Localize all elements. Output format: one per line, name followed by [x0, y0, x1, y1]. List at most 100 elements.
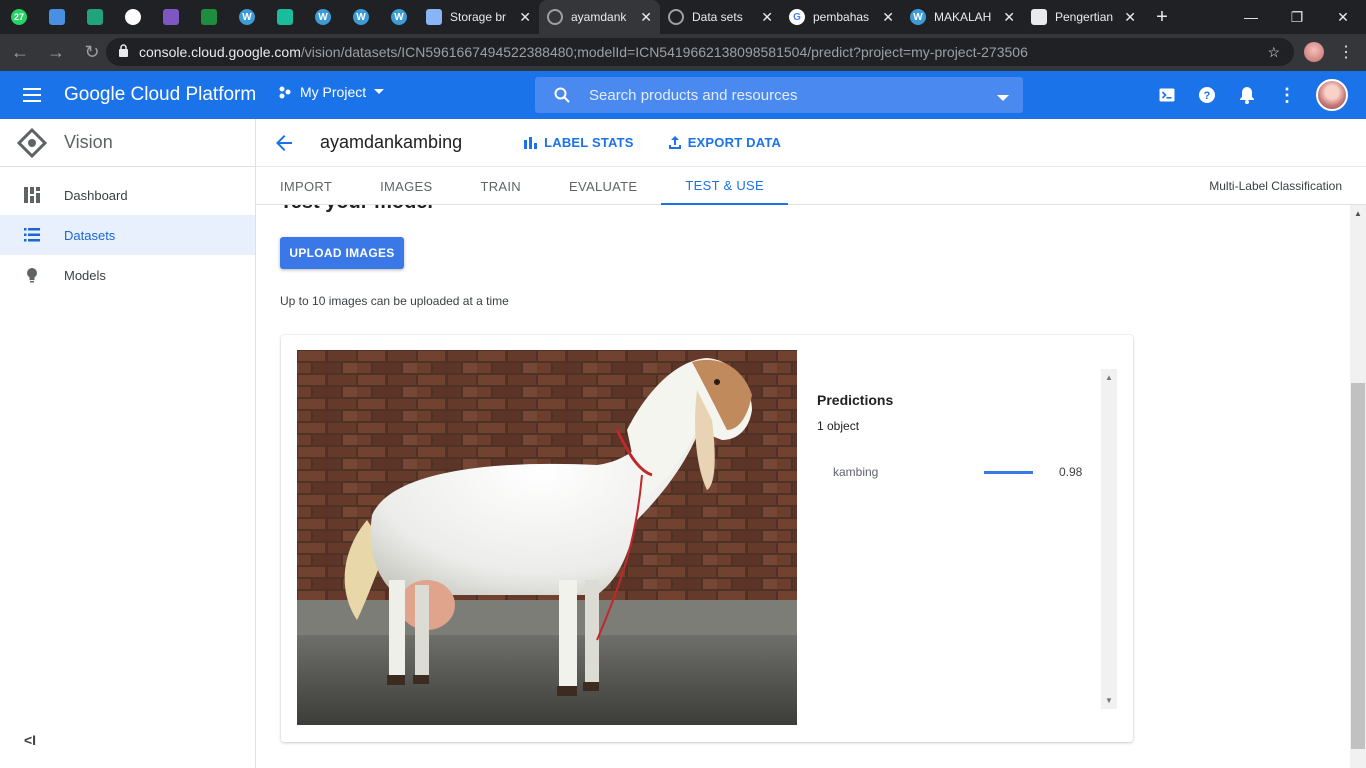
url-path: /vision/datasets/ICN5961667494522388480;… [300, 44, 1028, 60]
pinned-tab-mail[interactable] [38, 0, 76, 34]
label-stats-label: LABEL STATS [544, 135, 634, 150]
tab-title: MAKALAH [934, 10, 992, 24]
url-field[interactable]: console.cloud.google.com/vision/datasets… [106, 38, 1294, 66]
tab-evaluate[interactable]: EVALUATE [545, 167, 661, 205]
prediction-score: 0.98 [1059, 465, 1083, 479]
sidebar-item-label: Models [64, 267, 106, 283]
wordpress-icon: W [239, 9, 255, 25]
collapse-sidebar-icon[interactable]: <I [24, 732, 36, 748]
chevron-down-icon[interactable] [997, 89, 1009, 106]
tab-train[interactable]: TRAIN [457, 167, 546, 205]
tab-ayamdankambing[interactable]: ayamdank ✕ [539, 0, 660, 34]
lock-icon [118, 44, 129, 60]
search-input[interactable]: Search products and resources [535, 77, 1023, 113]
sidebar-item-label: Dashboard [64, 187, 128, 203]
wordpress-icon: W [315, 9, 331, 25]
pinned-tab-wordpress[interactable]: W [228, 0, 266, 34]
wordpress-icon: W [910, 9, 926, 25]
pinned-tab-classroom-2[interactable] [190, 0, 228, 34]
brand-title[interactable]: Google Cloud Platform [64, 84, 256, 106]
lightbulb-icon [0, 267, 64, 283]
label-stats-button[interactable]: LABEL STATS [524, 135, 634, 150]
scrollbar-thumb[interactable] [1351, 383, 1365, 749]
tab-data-sets[interactable]: Data sets ✕ [660, 0, 781, 34]
classroom-icon [87, 9, 103, 25]
predictions-scrollbar[interactable]: ▲ ▼ [1101, 369, 1117, 709]
tab-title: pembahas [813, 10, 870, 24]
whatsapp-icon: 27 [11, 9, 27, 25]
project-name: My Project [300, 84, 367, 100]
reload-icon[interactable]: ↻ [76, 37, 108, 69]
cloud-shell-icon[interactable] [1156, 84, 1178, 106]
tab-test-and-use[interactable]: TEST & USE [661, 167, 789, 205]
scroll-down-icon[interactable]: ▼ [1105, 696, 1113, 705]
pinned-tab-wordpress-4[interactable]: W [380, 0, 418, 34]
prediction-score-bar [984, 471, 1033, 474]
upload-images-button[interactable]: UPLOAD IMAGES [280, 237, 404, 269]
pinned-tab-wordpress-2[interactable]: W [304, 0, 342, 34]
search-icon [535, 87, 589, 103]
pinned-tab-whatsapp[interactable]: 27 [0, 0, 38, 34]
new-tab-button[interactable]: + [1144, 0, 1180, 34]
tab-makalah[interactable]: W MAKALAH ✕ [902, 0, 1023, 34]
sidebar-item-datasets[interactable]: Datasets [0, 215, 255, 255]
page-scrollbar[interactable]: ▲ [1350, 205, 1366, 768]
tab-storage[interactable]: Storage br ✕ [418, 0, 539, 34]
scroll-up-icon[interactable]: ▲ [1105, 373, 1113, 382]
restore-icon[interactable]: ❐ [1274, 0, 1320, 34]
menu-icon[interactable]: ⋮ [1338, 42, 1354, 62]
project-selector[interactable]: My Project [278, 84, 385, 100]
bar-chart-icon [524, 136, 538, 149]
storage-icon [426, 9, 442, 25]
pinned-tab-classroom[interactable] [76, 0, 114, 34]
svg-text:?: ? [1204, 90, 1211, 102]
user-avatar[interactable] [1316, 79, 1348, 111]
close-icon[interactable]: ✕ [882, 9, 894, 26]
export-data-button[interactable]: EXPORT DATA [668, 135, 781, 150]
tab-pengertian[interactable]: Pengertian ✕ [1023, 0, 1144, 34]
main-content: Test your model UPLOAD IMAGES Up to 10 i… [256, 205, 1350, 768]
pinned-tab-app[interactable] [152, 0, 190, 34]
forward-icon[interactable]: → [40, 37, 72, 69]
hamburger-menu-icon[interactable] [0, 71, 64, 119]
more-vert-icon[interactable]: ⋮ [1276, 84, 1298, 106]
pinned-tab-github[interactable] [114, 0, 152, 34]
close-icon[interactable]: ✕ [519, 9, 531, 26]
chevron-down-icon [374, 89, 385, 94]
profile-avatar[interactable] [1304, 42, 1324, 62]
bookmark-star-icon[interactable]: ☆ [1267, 44, 1280, 61]
tab-import[interactable]: IMPORT [256, 167, 356, 205]
sidebar-item-dashboard[interactable]: Dashboard [0, 175, 255, 215]
close-icon[interactable]: ✕ [761, 9, 773, 26]
tab-pembahasan[interactable]: Gpembahas ✕ [781, 0, 902, 34]
close-icon[interactable]: ✕ [1124, 9, 1136, 26]
mail-icon [49, 9, 65, 25]
browser-tab-strip: 27 W W W W Storage br ✕ ayamdank ✕ Data se… [0, 0, 1366, 34]
close-icon[interactable]: ✕ [640, 9, 652, 26]
tab-images[interactable]: IMAGES [356, 167, 456, 205]
wordpress-icon: W [353, 9, 369, 25]
tab-title: ayamdank [571, 10, 627, 24]
back-icon[interactable]: ← [4, 37, 36, 69]
back-arrow-icon[interactable] [256, 134, 312, 151]
pinned-tab-app-2[interactable] [266, 0, 304, 34]
close-window-icon[interactable]: ✕ [1320, 0, 1366, 34]
minimize-icon[interactable]: — [1228, 0, 1274, 34]
close-icon[interactable]: ✕ [1003, 9, 1015, 26]
scroll-up-icon[interactable]: ▲ [1354, 209, 1362, 218]
predictions-title: Predictions [817, 392, 894, 408]
upload-hint: Up to 10 images can be uploaded at a tim… [280, 294, 509, 308]
sidebar-header: Vision [0, 119, 255, 167]
gcp-header: Google Cloud Platform My Project Search … [0, 71, 1366, 119]
notifications-icon[interactable] [1236, 84, 1258, 106]
tab-title: Storage br [450, 10, 507, 24]
sidebar-item-models[interactable]: Models [0, 255, 255, 295]
help-icon[interactable]: ? [1196, 84, 1218, 106]
gcp-icon [547, 9, 563, 25]
list-icon [0, 228, 64, 242]
pinned-tab-wordpress-3[interactable]: W [342, 0, 380, 34]
google-icon: G [789, 9, 805, 25]
prediction-card: Predictions 1 object kambing 0.98 ▲ ▼ [281, 335, 1133, 742]
wordpress-icon: W [391, 9, 407, 25]
sidebar: Vision Dashboard Datasets Models <I [0, 119, 256, 768]
